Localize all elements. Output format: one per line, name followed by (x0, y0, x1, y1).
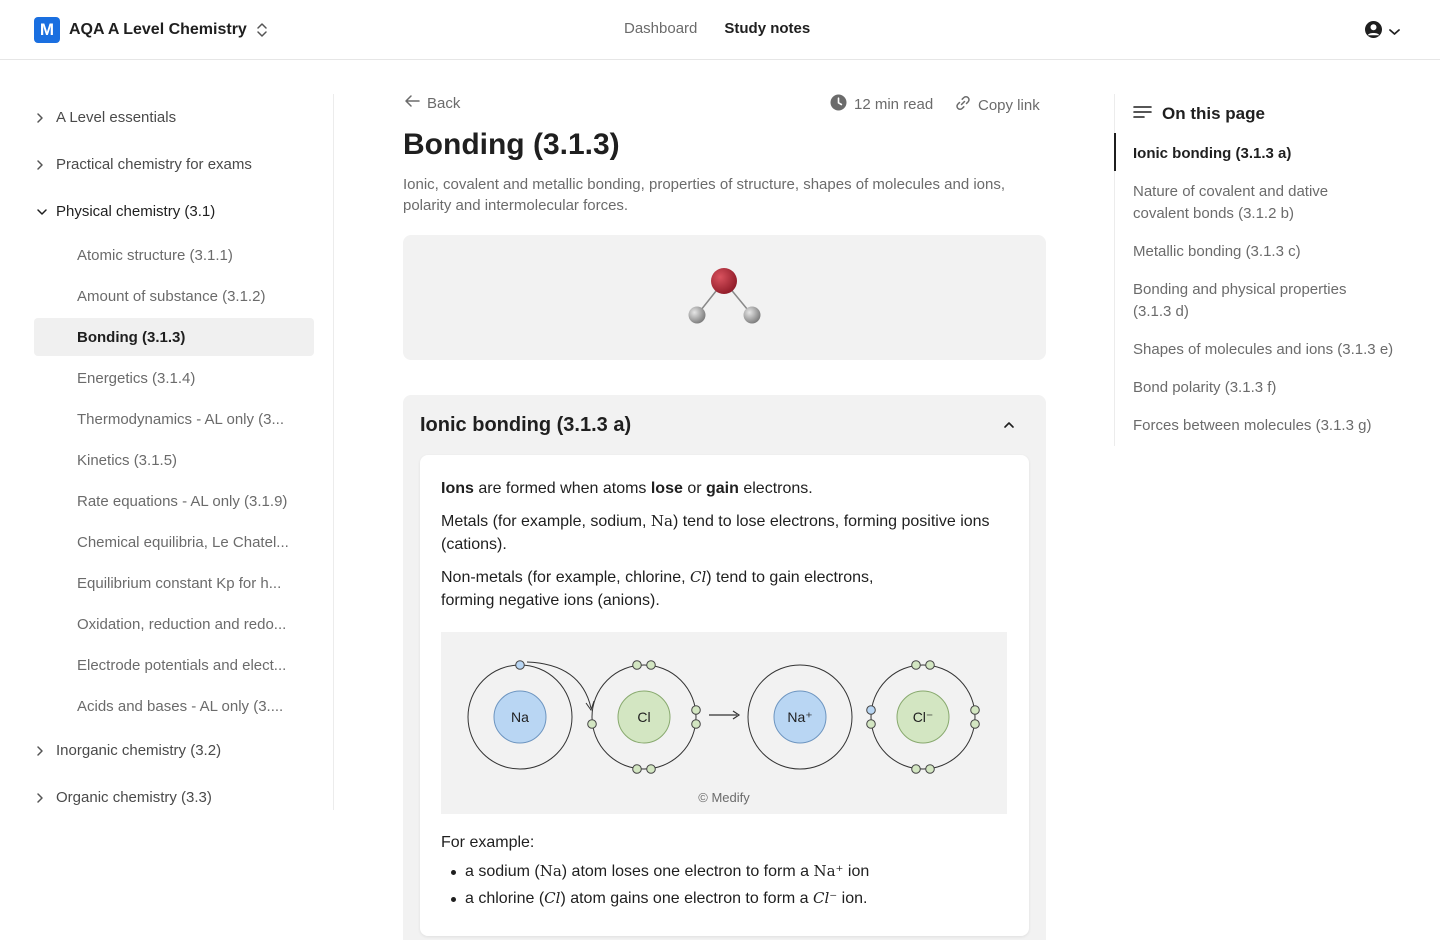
back-link[interactable]: Back (403, 94, 460, 112)
hero-molecule-banner (403, 235, 1046, 360)
article-meta-row: Back 12 min read Copy link (403, 94, 1046, 118)
link-icon (954, 94, 972, 116)
sidebar-section-label: Practical chemistry for exams (56, 156, 252, 173)
arrow-left-icon (403, 94, 421, 112)
sidebar-item-rate-equations[interactable]: Rate equations - AL only (3.1.9) (34, 481, 314, 522)
toc-item-bond-polarity[interactable]: Bond polarity (3.1.3 f) (1133, 377, 1413, 399)
toc-item-metallic-bonding[interactable]: Metallic bonding (3.1.3 c) (1133, 241, 1413, 263)
sidebar-section-organic-chemistry[interactable]: Organic chemistry (3.3) (34, 774, 314, 821)
section-toggle[interactable]: Ionic bonding (3.1.3 a) (420, 395, 1029, 455)
sidebar-item-oxidation-reduction[interactable]: Oxidation, reduction and redo... (34, 604, 314, 645)
user-circle-icon (1364, 20, 1383, 44)
toc-active-indicator (1114, 133, 1116, 171)
paragraph-ions: Ions are formed when atoms lose or gain … (441, 480, 813, 497)
list-item: a chlorine (Cl) atom gains one electron … (441, 885, 1008, 912)
sidebar-item-kinetics[interactable]: Kinetics (3.1.5) (34, 440, 314, 481)
sidebar-section-physical-chemistry[interactable]: Physical chemistry (3.1) (34, 188, 314, 235)
example-list: a sodium (Na) atom loses one electron to… (441, 858, 1008, 912)
sidebar-section-label: A Level essentials (56, 109, 177, 126)
course-name: AQA A Level Chemistry (69, 21, 247, 38)
toc-header: On this page (1133, 103, 1413, 125)
account-menu[interactable] (1364, 20, 1400, 44)
toc-item-covalent-bonds[interactable]: Nature of covalent and dative covalent b… (1133, 181, 1373, 225)
sidebar-nav: A Level essentials Practical chemistry f… (34, 94, 314, 821)
copy-link-button[interactable]: Copy link (954, 94, 1040, 116)
section-content: Ions are formed when atoms lose or gain … (420, 455, 1029, 936)
page-title: Bonding (3.1.3) (403, 128, 620, 161)
copy-link-label: Copy link (978, 96, 1040, 114)
paragraph-metals: Metals (for example, sodium, Na) tend to… (441, 512, 990, 553)
section-ionic-bonding: Ionic bonding (3.1.3 a) Ions are formed … (403, 395, 1046, 940)
sidebar-section-label: Physical chemistry (3.1) (56, 203, 216, 220)
chevron-right-icon (36, 745, 48, 757)
nav-dashboard[interactable]: Dashboard (624, 20, 697, 37)
sidebar-item-electrode-potentials[interactable]: Electrode potentials and elect... (34, 645, 314, 686)
ion-label-na-plus: Na⁺ (787, 709, 812, 725)
electron-transfer-diagram: Na Cl Na⁺ Cl⁻ (467, 660, 980, 774)
toc-item-ionic-bonding[interactable]: Ionic bonding (3.1.3 a) (1133, 143, 1413, 165)
main-content: Back 12 min read Copy link Bonding (3.1.… (403, 94, 1046, 940)
table-of-contents: On this page Ionic bonding (3.1.3 a) Nat… (1133, 103, 1413, 437)
top-header: M AQA A Level Chemistry Dashboard Study … (0, 0, 1440, 60)
list-lines-icon (1133, 104, 1152, 124)
toc-title: On this page (1162, 104, 1265, 123)
sidebar-section-a-level-essentials[interactable]: A Level essentials (34, 94, 314, 141)
atom-label-na: Na (511, 709, 529, 725)
list-item: a sodium (Na) atom loses one electron to… (441, 858, 1008, 885)
sidebar-divider (333, 94, 334, 810)
paragraph-non-metals: Non-metals (for example, chlorine, Cl) t… (441, 568, 874, 609)
chevron-right-icon (36, 159, 48, 171)
chevron-down-icon (1389, 23, 1400, 41)
water-molecule-icon (688, 268, 761, 324)
clock-icon (830, 94, 847, 115)
nav-study-notes[interactable]: Study notes (724, 20, 810, 37)
chevron-right-icon (36, 112, 48, 124)
chevron-up-icon (1003, 416, 1015, 434)
ionic-bonding-diagram: Na Cl Na⁺ Cl⁻ © Medify (441, 632, 1007, 814)
sidebar-item-chemical-equilibria[interactable]: Chemical equilibria, Le Chatel... (34, 522, 314, 563)
chevron-right-icon (36, 792, 48, 804)
toc-item-intermolecular-forces[interactable]: Forces between molecules (3.1.3 g) (1133, 415, 1413, 437)
top-nav: Dashboard Study notes (624, 20, 810, 37)
sidebar-item-equilibrium-constant[interactable]: Equilibrium constant Kp for h... (34, 563, 314, 604)
sidebar-item-energetics[interactable]: Energetics (3.1.4) (34, 358, 314, 399)
toc-item-physical-properties[interactable]: Bonding and physical properties (3.1.3 d… (1133, 279, 1383, 323)
sidebar-section-label: Organic chemistry (3.3) (56, 789, 212, 806)
sidebar-item-acids-and-bases[interactable]: Acids and bases - AL only (3.... (34, 686, 314, 727)
for-example-label: For example: (441, 834, 535, 851)
atom-label-cl: Cl (637, 709, 650, 725)
sidebar-section-inorganic-chemistry[interactable]: Inorganic chemistry (3.2) (34, 727, 314, 774)
sidebar-section-practical-chemistry[interactable]: Practical chemistry for exams (34, 141, 314, 188)
sidebar-section-label: Inorganic chemistry (3.2) (56, 742, 222, 759)
back-label: Back (427, 94, 461, 112)
toc-item-shapes-of-molecules[interactable]: Shapes of molecules and ions (3.1.3 e) (1133, 339, 1413, 361)
diagram-copyright: © Medify (698, 790, 750, 805)
chevron-down-icon (36, 208, 48, 216)
section-title: Ionic bonding (3.1.3 a) (420, 413, 632, 436)
ion-label-cl-minus: Cl⁻ (913, 709, 934, 725)
course-switcher[interactable]: M AQA A Level Chemistry (34, 17, 268, 43)
read-time-label: 12 min read (854, 96, 934, 113)
sidebar-item-amount-of-substance[interactable]: Amount of substance (3.1.2) (34, 276, 314, 317)
sidebar-item-thermodynamics[interactable]: Thermodynamics - AL only (3... (34, 399, 314, 440)
brand-logo: M (34, 17, 60, 43)
chevron-up-down-icon (256, 21, 268, 39)
read-time: 12 min read (830, 94, 933, 115)
page-description: Ionic, covalent and metallic bonding, pr… (403, 176, 1006, 214)
sidebar-item-atomic-structure[interactable]: Atomic structure (3.1.1) (34, 235, 314, 276)
sidebar-item-bonding[interactable]: Bonding (3.1.3) (34, 318, 314, 356)
